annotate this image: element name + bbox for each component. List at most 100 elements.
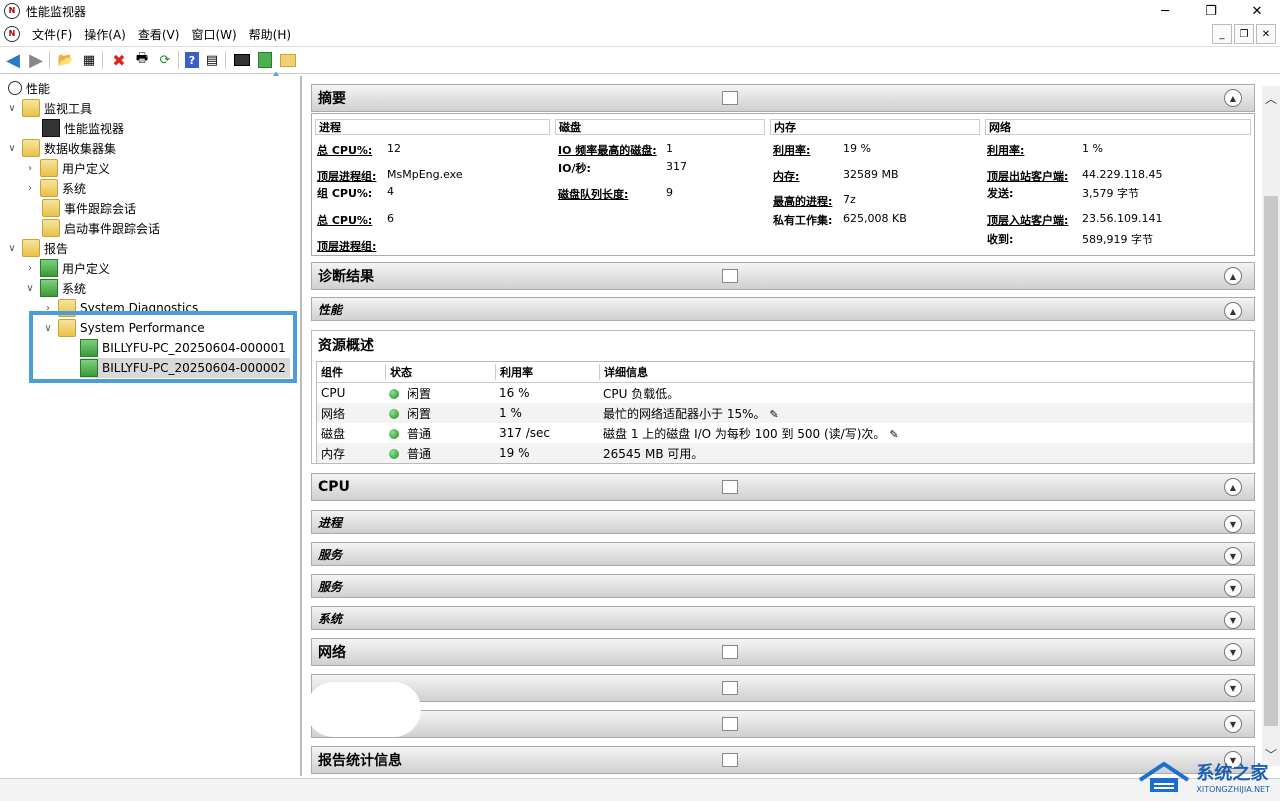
expand-chevron-icon[interactable]: › [24, 183, 36, 194]
summary-key: IO 频率最高的磁盘: [558, 144, 657, 157]
scroll-up-icon[interactable]: ︿ [1265, 90, 1277, 107]
mdi-restore-button[interactable]: ❐ [1234, 24, 1254, 44]
tree-node-user-defined[interactable]: › 用户定义 [24, 158, 110, 178]
tree-node-startup-event-trace[interactable]: 启动事件跟踪会话 [38, 218, 160, 238]
table-view-icon[interactable] [722, 717, 738, 731]
mdi-close-button[interactable]: ✕ [1256, 24, 1276, 44]
summary-value: 625,008 KB [843, 212, 907, 225]
tree-node-performance[interactable]: 性能 [4, 78, 50, 98]
report-view-icon[interactable] [255, 50, 275, 70]
summary-key: 最高的进程: [773, 195, 833, 208]
section-blank-header[interactable]: ▼ [311, 674, 1255, 702]
refresh-icon[interactable]: ⟳ [155, 50, 175, 70]
minimize-button[interactable]: ─ [1142, 0, 1188, 22]
print-icon[interactable]: 🖶 [132, 50, 152, 70]
summary-value: 6 [387, 212, 394, 225]
tree-node-reports-system[interactable]: ∨ 系统 [24, 278, 86, 298]
table-view-icon[interactable] [722, 753, 738, 767]
forward-icon[interactable]: ▶ [26, 50, 46, 71]
summary-value: 317 [666, 160, 687, 173]
content-scrollbar[interactable]: ︿ ﹀ [1262, 86, 1280, 766]
summary-key: 收到: [987, 233, 1014, 246]
summary-key: 组 CPU%: [317, 187, 373, 200]
menu-window[interactable]: 窗口(W) [191, 26, 236, 43]
tree-node-event-trace[interactable]: 事件跟踪会话 [38, 198, 136, 218]
section-process-header[interactable]: 进程 ▼ [311, 510, 1255, 534]
summary-value: 7z [843, 193, 856, 206]
section-diagnostics-header[interactable]: 诊断结果 ▲ [311, 262, 1255, 290]
section-diag-performance-header[interactable]: 性能 ▲ [311, 297, 1255, 321]
table-view-icon[interactable] [722, 269, 738, 283]
folder-icon[interactable] [278, 50, 298, 70]
tree-node-reports[interactable]: ∨ 报告 [6, 238, 68, 258]
summary-key: 顶层出站客户端: [987, 170, 1069, 183]
summary-value: 589,919 字节 [1082, 233, 1153, 246]
maximize-button[interactable]: ❐ [1188, 0, 1234, 22]
summary-key: 顶层入站客户端: [987, 214, 1069, 227]
tree-node-monitor-tools[interactable]: ∨ 监视工具 [6, 98, 92, 118]
edit-note-icon[interactable]: ✎ [889, 428, 898, 441]
table-view-icon[interactable] [722, 645, 738, 659]
menu-bar: N 文件(F) 操作(A) 查看(V) 窗口(W) 帮助(H) [0, 22, 1280, 46]
user-defined-icon [40, 159, 58, 177]
table-view-icon[interactable] [722, 480, 738, 494]
edit-note-icon[interactable]: ✎ [770, 408, 779, 421]
tree-node-collector-sets[interactable]: ∨ 数据收集器集 [6, 138, 116, 158]
monitor-chart-icon [42, 119, 60, 137]
section-network-header[interactable]: 网络 ▼ [311, 638, 1255, 666]
collapse-chevron-icon[interactable]: ∨ [6, 143, 18, 154]
section-report-stats-header[interactable]: 报告统计信息 ▼ [311, 746, 1255, 774]
scrollbar-thumb[interactable] [1264, 196, 1278, 726]
properties-icon[interactable]: ▤ [202, 50, 222, 70]
section-system-header[interactable]: 系统 ▼ [311, 606, 1255, 630]
summary-value: 4 [387, 185, 394, 198]
summary-key: 发送: [987, 187, 1014, 200]
table-view-icon[interactable] [722, 91, 738, 105]
back-icon[interactable]: ◀ [3, 50, 23, 71]
expand-section-icon[interactable]: ▼ [1224, 715, 1242, 733]
startup-trace-icon [42, 219, 60, 237]
expand-chevron-icon[interactable]: › [24, 163, 36, 174]
expand-section-icon[interactable]: ▼ [1224, 579, 1242, 597]
section-cpu-header[interactable]: CPU ▲ [311, 473, 1255, 501]
reports-folder-icon [22, 239, 40, 257]
tree-node-perf-monitor[interactable]: 性能监视器 [38, 118, 124, 138]
collapse-chevron-icon[interactable]: ∨ [6, 243, 18, 254]
tree-node-reports-user-defined[interactable]: › 用户定义 [24, 258, 110, 278]
expand-section-icon[interactable]: ▼ [1224, 515, 1242, 533]
collapse-section-icon[interactable]: ▲ [1224, 89, 1242, 107]
section-summary-header[interactable]: 摘要 ▲ [311, 84, 1255, 112]
mdi-app-icon[interactable]: N [4, 26, 20, 42]
table-view-icon[interactable] [722, 681, 738, 695]
event-trace-icon [42, 199, 60, 217]
collector-sets-icon [22, 139, 40, 157]
close-button[interactable]: ✕ [1234, 0, 1280, 22]
status-ok-icon [389, 429, 399, 439]
section-service2-header[interactable]: 服务 ▼ [311, 574, 1255, 598]
expand-chevron-icon[interactable]: › [24, 263, 36, 274]
mdi-minimize-button[interactable]: _ [1212, 24, 1232, 44]
expand-section-icon[interactable]: ▼ [1224, 611, 1242, 629]
up-folder-icon[interactable]: 📂 [56, 50, 76, 70]
collapse-section-icon[interactable]: ▲ [1224, 478, 1242, 496]
show-hide-tree-icon[interactable]: ▦ [79, 50, 99, 70]
collapse-chevron-icon[interactable]: ∨ [6, 103, 18, 114]
collapse-section-icon[interactable]: ▲ [1224, 302, 1242, 320]
menu-help[interactable]: 帮助(H) [249, 26, 291, 43]
tree-node-system[interactable]: › 系统 [24, 178, 86, 198]
menu-view[interactable]: 查看(V) [138, 26, 180, 43]
collapse-chevron-icon[interactable]: ∨ [24, 283, 36, 294]
expand-section-icon[interactable]: ▼ [1224, 547, 1242, 565]
menu-action[interactable]: 操作(A) [84, 26, 126, 43]
expand-section-icon[interactable]: ▼ [1224, 679, 1242, 697]
delete-icon[interactable]: ✖ [109, 50, 129, 70]
collapse-section-icon[interactable]: ▲ [1224, 267, 1242, 285]
section-blank2-header[interactable]: ▼ [311, 710, 1255, 738]
menu-file[interactable]: 文件(F) [32, 26, 72, 43]
section-service-header[interactable]: 服务 ▼ [311, 542, 1255, 566]
help-icon[interactable]: ? [185, 52, 199, 68]
perfmon-view-icon[interactable] [232, 50, 252, 70]
expand-section-icon[interactable]: ▼ [1224, 643, 1242, 661]
summary-value: 3,579 字节 [1082, 187, 1139, 200]
navigation-tree: 性能 ∨ 监视工具 性能监视器 ∨ 数据收集器集 › 用户定义 › 系统 事件跟… [0, 76, 302, 776]
